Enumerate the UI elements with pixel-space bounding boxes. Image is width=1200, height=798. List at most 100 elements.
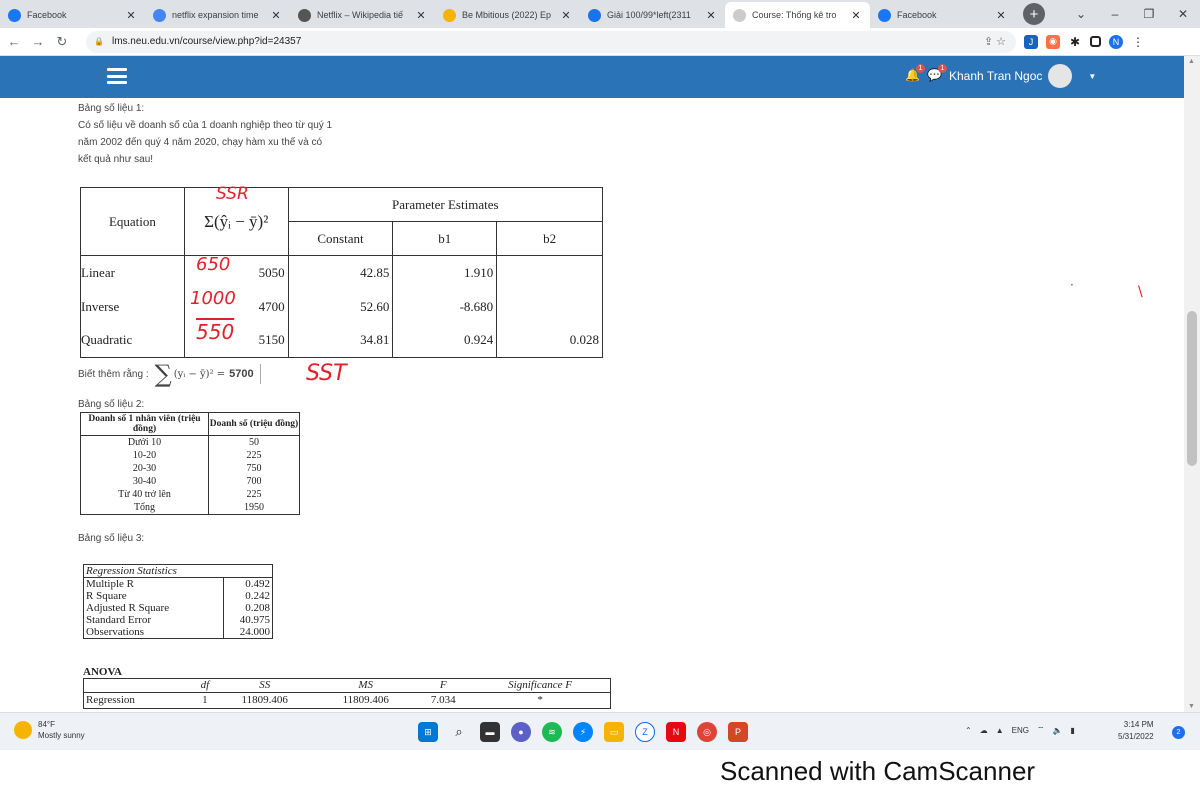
table-row: R Square 0.242 [84,590,273,602]
table-row: 10-20 225 [80,449,300,462]
course-content: Bảng số liệu 1: Có số liệu về doanh số c… [78,98,1178,712]
browser-tab[interactable]: Facebook ✕ [870,2,1015,28]
close-tab-icon[interactable]: ✕ [995,9,1007,22]
wifi-icon[interactable]: ⌔ [1037,725,1045,735]
close-tab-icon[interactable]: ✕ [560,9,572,22]
anova-header: Significance F [470,678,611,693]
language-indicator[interactable]: ENG [1012,726,1029,735]
tray-chevron-icon[interactable]: ⌃ [965,726,972,735]
tab-search-icon[interactable]: ⌄ [1064,7,1098,21]
weather-widget[interactable]: 84°F Mostly sunny [14,719,85,741]
tab-label: Facebook [897,10,937,20]
scroll-up-icon[interactable]: ▲ [1188,58,1195,65]
header-b2: b2 [496,221,603,256]
battery-icon[interactable]: ▮ [1070,726,1074,735]
browser-tab[interactable]: Be Mbitious (2022) Ep ✕ [435,2,580,28]
google-drive-icon[interactable]: ▲ [996,726,1004,735]
profile-icon[interactable]: N [1109,34,1123,49]
spotify-icon[interactable]: ≋ [542,722,562,742]
lock-icon[interactable]: 🔒 [94,37,104,46]
anova-header: df [195,678,215,693]
browser-tab[interactable]: Giải 100/99*left(2311 ✕ [580,2,725,28]
handwritten-linear: 650 [196,254,231,275]
reading-list-icon[interactable] [1090,36,1101,47]
extensions: J ◉ ✱ N ⋮ [1024,34,1145,49]
close-tab-icon[interactable]: ✕ [270,9,282,22]
forward-button[interactable]: → [28,34,48,49]
close-tab-icon[interactable]: ✕ [415,9,427,22]
start-icon[interactable]: ⊞ [418,722,438,742]
hamburger-menu-icon[interactable] [107,68,127,84]
header-equation: Equation [80,187,185,256]
netflix-icon[interactable]: N [666,722,686,742]
minimize-button[interactable]: – [1098,7,1132,21]
notification-count[interactable]: 2 [1172,726,1185,739]
messages-icon[interactable]: 💬 1 [927,64,947,84]
user-menu-caret-icon[interactable]: ▼ [1088,72,1096,81]
volume-icon[interactable]: 🔈 [1053,726,1063,735]
notification-bell-icon[interactable]: 🔔 1 [905,64,925,84]
table-row: Standard Error 40.975 [84,614,273,626]
reload-button[interactable]: ↻ [52,34,72,50]
messenger-icon[interactable]: ⚡ [573,722,593,742]
cell-b2 [496,255,603,290]
anova-table: df SS MS F Significance F Regression 1 11809.4… [83,678,611,709]
powerpoint-icon[interactable]: P [728,722,748,742]
maximize-button[interactable]: ❐ [1132,7,1166,21]
extensions-puzzle-icon[interactable]: ✱ [1068,35,1082,49]
anova-header: SS [214,678,316,693]
stat-label: Multiple R [86,578,134,590]
tab-label: Netflix – Wikipedia tiế [317,10,404,20]
tab-label: Giải 100/99*left(2311 [607,10,691,20]
sst-formula: ∑ (yᵢ − ȳ)² = 5700 [154,360,261,388]
cell-constant: 42.85 [287,255,394,290]
cell-sales: 750 [246,463,262,474]
close-tab-icon[interactable]: ✕ [705,9,717,22]
scrollbar-thumb[interactable] [1187,311,1197,466]
url-field[interactable]: 🔒 lms.neu.edu.vn/course/view.php?id=2435… [86,30,1016,53]
close-tab-icon[interactable]: ✕ [125,9,137,22]
close-tab-icon[interactable]: ✕ [850,9,862,22]
anova-cell: Regression [86,694,135,706]
tab-label: Be Mbitious (2022) Ep [462,10,552,20]
extension-j-icon[interactable]: J [1024,34,1038,49]
stat-value: 24.000 [223,626,273,639]
back-button[interactable]: ← [4,34,24,49]
cell-sales: 700 [246,476,262,487]
new-tab-button[interactable]: + [1023,3,1045,25]
stat-value: 40.975 [223,614,273,626]
browser-tab[interactable]: Netflix – Wikipedia tiế ✕ [290,2,435,28]
cell-b2: 0.028 [496,323,603,358]
zalo-icon[interactable]: Z [635,722,655,742]
wikipedia-icon [298,8,311,22]
calc-icon [588,8,601,22]
browser-tab[interactable]: Course: Thống kê tro ✕ [725,2,870,28]
onedrive-icon[interactable]: ☁ [980,726,988,735]
file-explorer-icon[interactable]: ▭ [604,722,624,742]
close-window-button[interactable]: ✕ [1166,7,1200,21]
stat-label: Standard Error [86,614,152,626]
table-row: 20-30 750 [80,462,300,475]
clock[interactable]: 3:14 PM 5/31/2022 [1118,719,1154,743]
avatar[interactable] [1048,64,1073,88]
sst-value: 5700 [229,368,254,380]
task-view-icon[interactable]: ▬ [480,722,500,742]
chat-icon[interactable]: ● [511,722,531,742]
scroll-down-icon[interactable]: ▼ [1188,703,1195,710]
user-name[interactable]: Khanh Tran Ngoc [949,69,1042,83]
stat-label: Adjusted R Square [86,602,170,614]
cell-range: 30-40 [80,475,209,488]
page-scrollbar[interactable]: ▲ ▼ [1184,56,1200,712]
sigma-symbol: ∑ [154,360,172,388]
browser-tab[interactable]: Facebook ✕ [0,2,145,28]
cell-constant: 52.60 [287,289,394,324]
chrome-icon[interactable]: ◎ [697,722,717,742]
extension-honey-icon[interactable]: ◉ [1046,34,1060,49]
menu-kebab-icon[interactable]: ⋮ [1131,35,1145,49]
row-label: Quadratic [80,323,185,358]
search-icon[interactable]: ⌕ [449,722,469,742]
share-star-icons[interactable]: ⇪ ☆ [984,35,1006,48]
browser-tab[interactable]: netflix expansion time ✕ [145,2,290,28]
handwritten-quadratic: 550 [196,320,235,344]
regression-statistics-caption: Regression Statistics [83,564,273,578]
